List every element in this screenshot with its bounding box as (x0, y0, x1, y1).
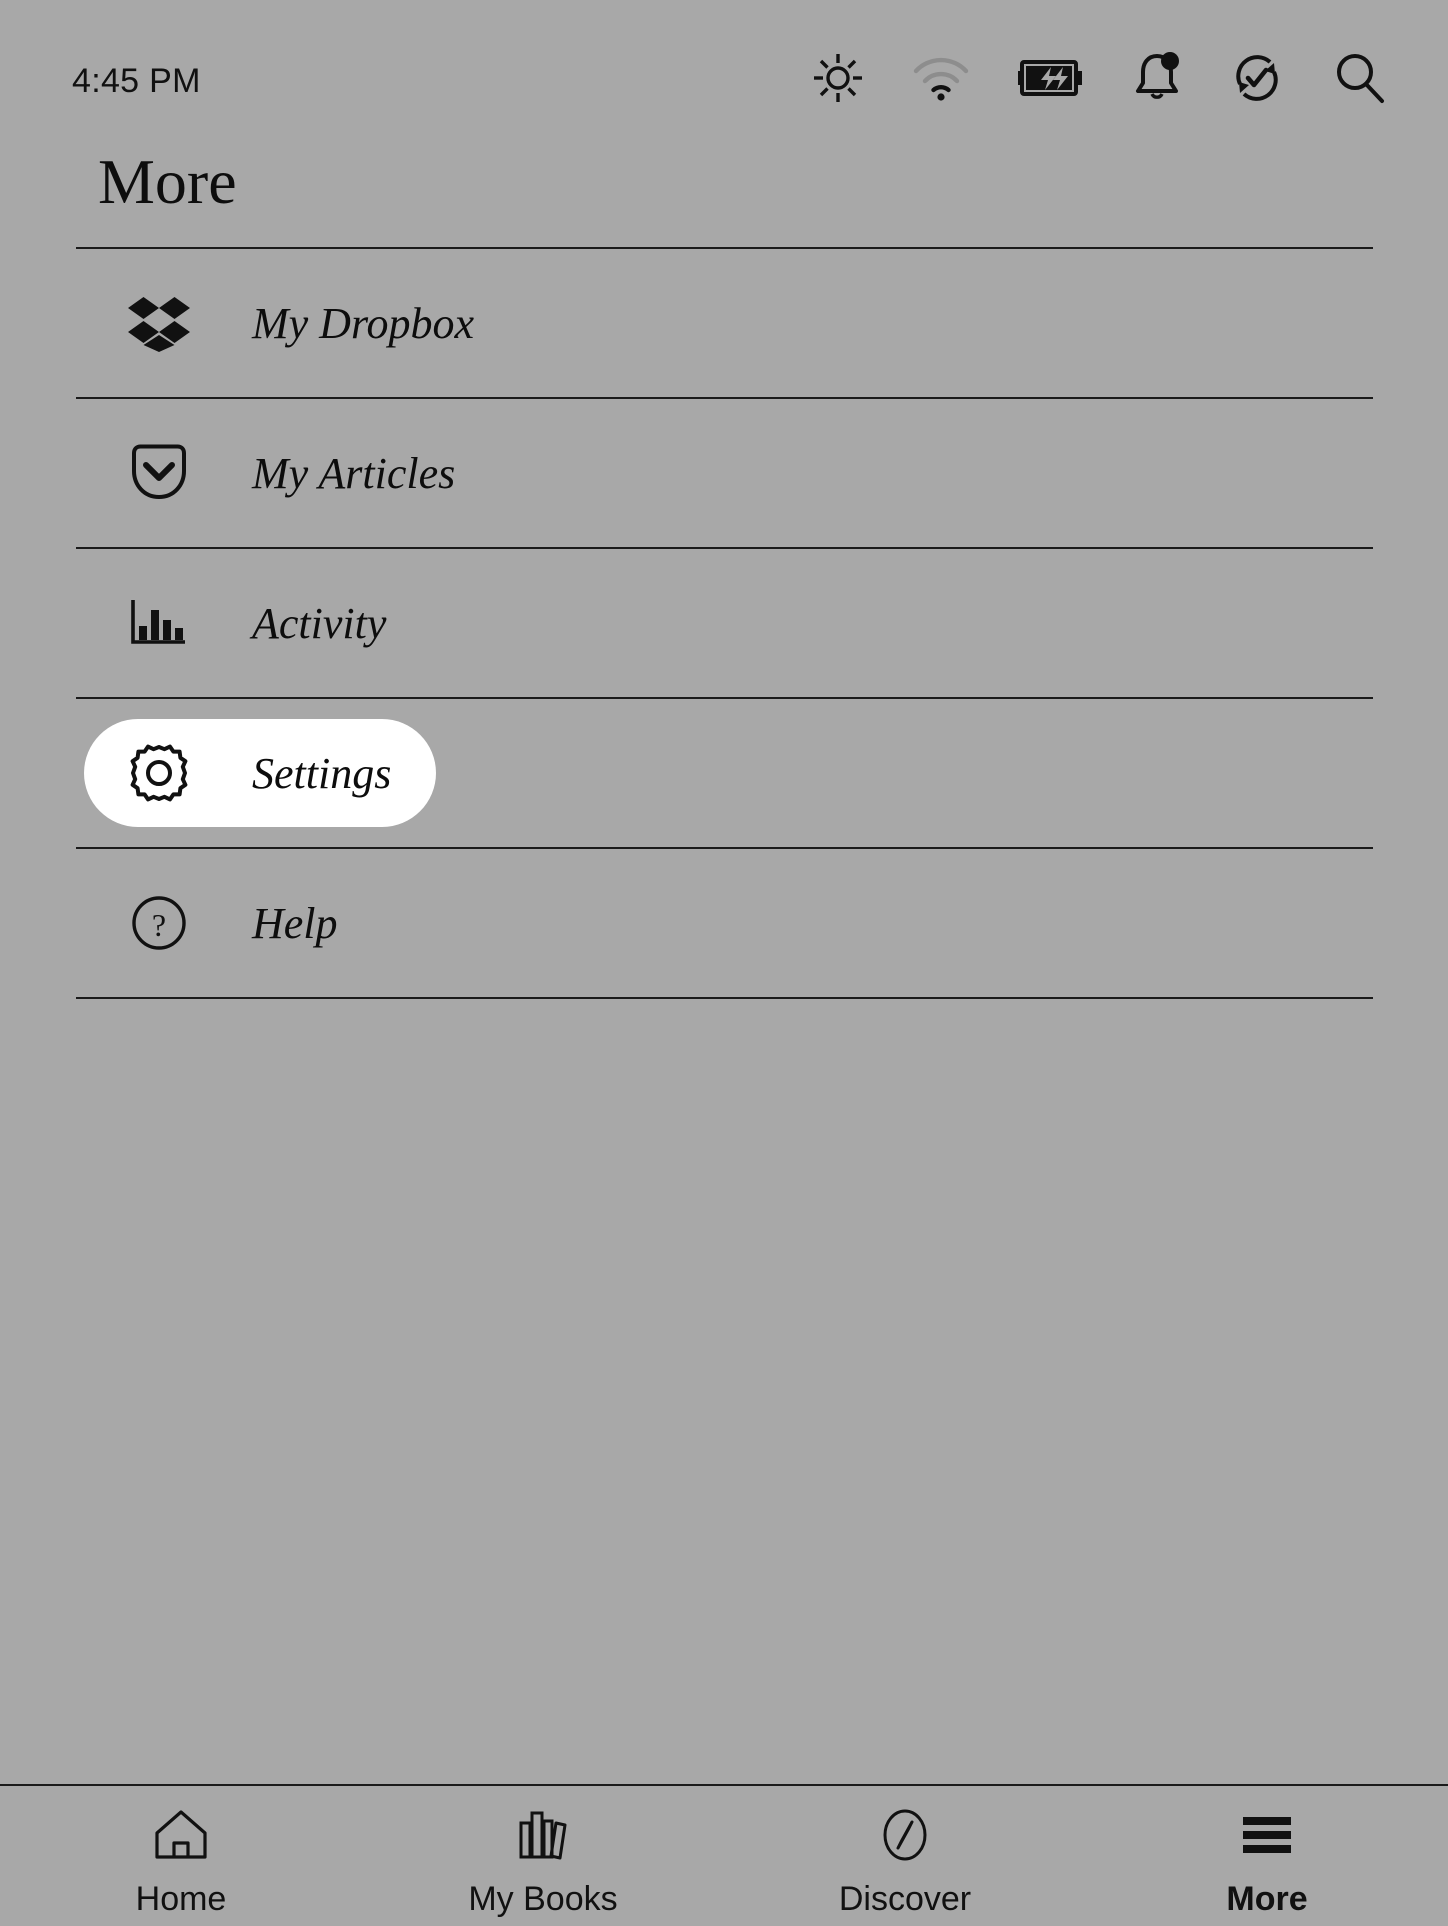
nav-item-discover[interactable]: Discover (724, 1804, 1086, 1919)
compass-icon (879, 1804, 931, 1866)
svg-text:?: ? (152, 907, 166, 943)
nav-item-home[interactable]: Home (0, 1804, 362, 1919)
menu-item-settings[interactable]: Settings (0, 699, 1448, 847)
page-title: More (98, 150, 237, 214)
question-circle-icon: ? (128, 892, 190, 954)
nav-item-label: More (1226, 1880, 1307, 1919)
bar-chart-icon (128, 592, 190, 654)
menu-item-label: My Articles (252, 448, 455, 499)
nav-item-label: Home (136, 1880, 227, 1919)
status-time: 4:45 PM (72, 62, 201, 101)
menu-item-activity[interactable]: Activity (0, 549, 1448, 697)
brightness-icon[interactable] (812, 52, 864, 109)
menu-item-my-articles[interactable]: My Articles (0, 399, 1448, 547)
pocket-icon (128, 442, 190, 504)
sync-icon[interactable] (1230, 51, 1284, 110)
home-icon (153, 1804, 209, 1866)
battery-charging-icon[interactable] (1018, 56, 1084, 105)
menu-item-label: Activity (252, 598, 386, 649)
books-icon (515, 1804, 571, 1866)
menu-item-label: My Dropbox (252, 298, 474, 349)
more-screen: 4:45 PM (0, 0, 1448, 1926)
status-bar: 4:45 PM (0, 0, 1448, 140)
nav-item-more[interactable]: More (1086, 1804, 1448, 1919)
nav-item-label: My Books (468, 1880, 617, 1919)
menu-item-my-dropbox[interactable]: My Dropbox (0, 249, 1448, 397)
menu-item-help[interactable]: ? Help (0, 849, 1448, 997)
status-icon-group (812, 50, 1388, 111)
menu-item-label: Help (252, 898, 338, 949)
dropbox-icon (128, 292, 190, 354)
list-divider (76, 997, 1373, 999)
menu-item-label: Settings (252, 748, 391, 799)
gear-icon (128, 742, 190, 804)
hamburger-icon (1239, 1804, 1295, 1866)
search-icon[interactable] (1332, 50, 1388, 111)
notification-bell-icon[interactable] (1132, 51, 1182, 110)
settings-selection-highlight: Settings (84, 719, 436, 827)
more-menu-list: My Dropbox My Articles (0, 247, 1448, 999)
bottom-nav: Home My Books Discover (0, 1786, 1448, 1926)
nav-item-label: Discover (839, 1880, 971, 1919)
wifi-icon[interactable] (912, 55, 970, 106)
nav-item-my-books[interactable]: My Books (362, 1804, 724, 1919)
